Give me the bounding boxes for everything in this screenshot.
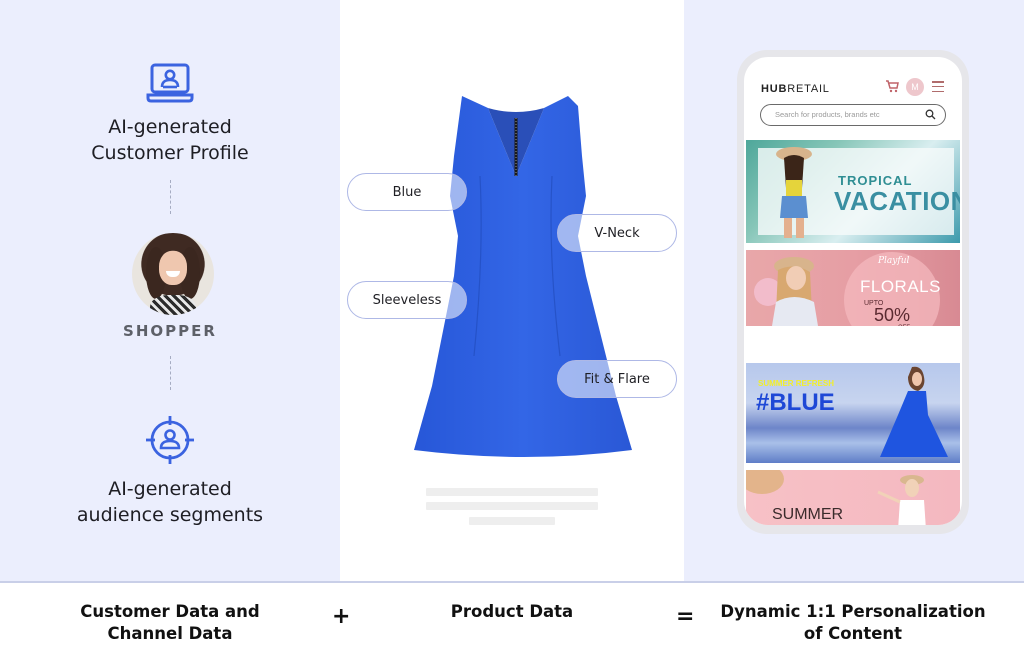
section-divider [0,581,1024,583]
phone-mockup: HUBRETAIL M Search for products, brands … [737,50,969,534]
shopper-avatar [132,233,214,315]
equals-operator: = [676,604,695,629]
connector-line [170,356,171,390]
equation-result: Dynamic 1:1 Personalization of Content [720,602,986,643]
placeholder-text-line [426,502,598,510]
banner-summer[interactable]: SUMMER [746,470,960,525]
personalization-diagram: AI-generated Customer Profile SHOPPER AI… [0,0,1024,663]
search-input[interactable]: Search for products, brands etc [760,104,946,126]
customer-profile-label: AI-generated Customer Profile [91,116,249,164]
customer-profile-block: AI-generated Customer Profile [0,62,340,166]
attribute-tag-v-neck: V-Neck [557,214,677,252]
attribute-tag-fit-and-flare: Fit & Flare [557,360,677,398]
connector-line [170,180,171,214]
banner-model-image [776,147,812,238]
equation-term-product-data: Product Data [450,602,574,621]
attribute-tag-blue: Blue [347,173,467,211]
hamburger-menu-icon[interactable] [932,81,944,92]
search-icon[interactable] [925,109,936,120]
phone-screen: HUBRETAIL M Search for products, brands … [744,57,962,525]
cart-icon[interactable] [885,79,899,93]
audience-segments-label: AI-generated audience segments [76,478,264,526]
banner-tropical-vacation[interactable]: TROPICAL VACATION [746,140,960,243]
attribute-tag-sleeveless: Sleeveless [347,281,467,319]
user-avatar-badge[interactable]: M [906,78,924,96]
customer-data-panel: AI-generated Customer Profile SHOPPER AI… [0,0,340,582]
banner-summer-refresh-blue[interactable]: SUMMER REFRESH #BLUE [746,363,960,463]
placeholder-text-line [469,517,555,525]
banner-model-image [754,257,818,326]
banner-playful-florals[interactable]: Playful FLORALS UPTO 50% OFF [746,250,960,326]
plus-operator: + [332,604,351,629]
target-user-icon [146,416,194,464]
equation-term-customer-data: Customer Data and Channel Data [80,602,260,643]
placeholder-text-line [426,488,598,496]
search-placeholder: Search for products, brands etc [775,110,880,119]
blue-dress-image [414,96,632,457]
store-brand[interactable]: HUBRETAIL [761,83,830,95]
audience-segments-block: AI-generated audience segments [0,414,340,528]
banner-model-image [880,366,948,457]
shopper-label: SHOPPER [123,322,217,340]
laptop-user-icon [146,63,194,103]
banner-model-image [877,475,926,525]
